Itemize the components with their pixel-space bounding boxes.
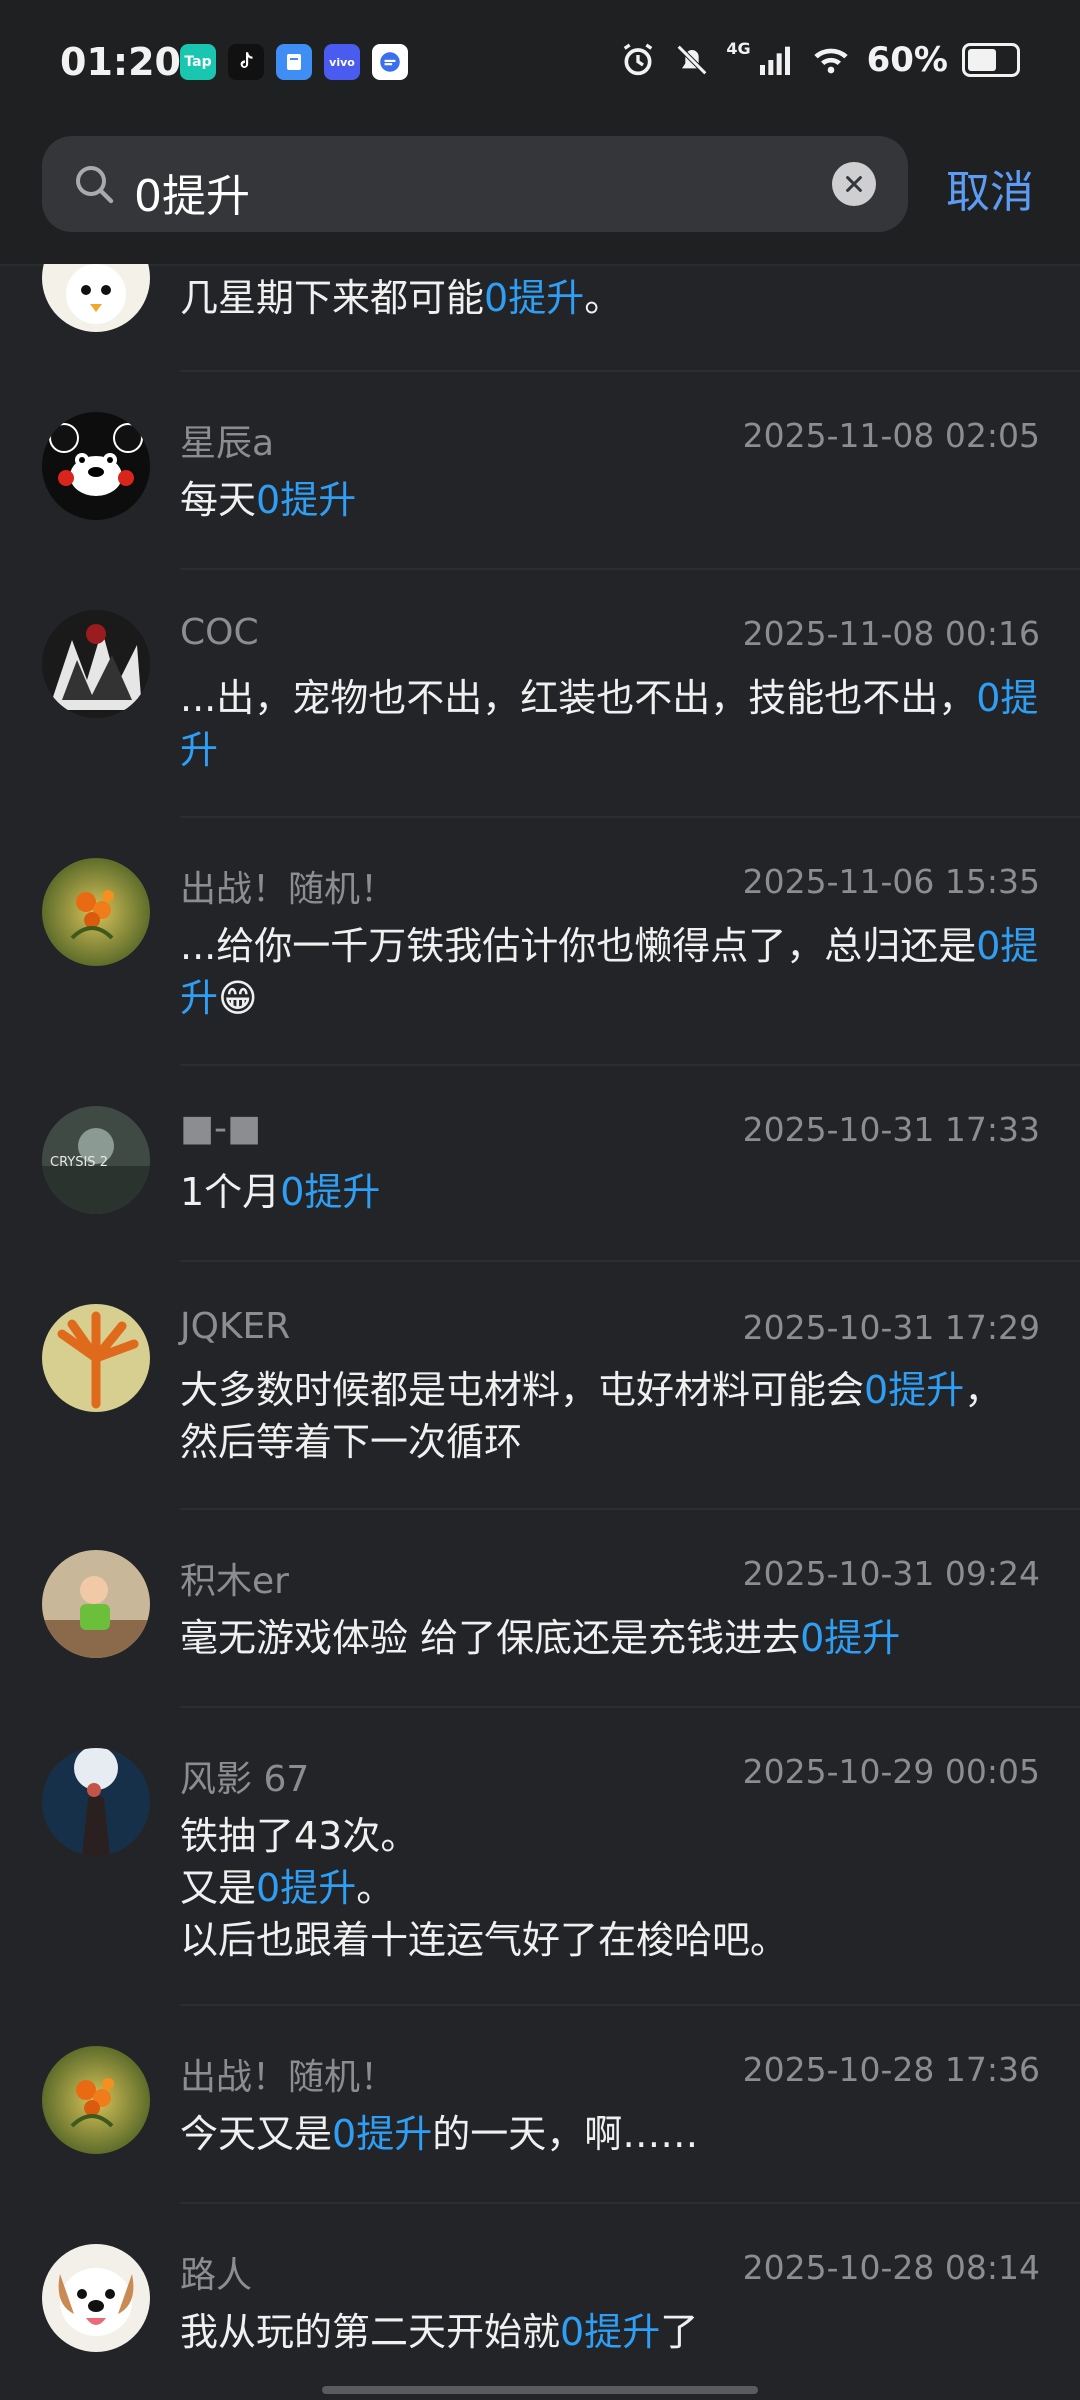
battery-percent: 60% — [866, 40, 948, 80]
comment-timestamp: 2025-11-06 15:35 — [742, 862, 1040, 901]
clear-search-button[interactable] — [832, 162, 876, 206]
svg-text:CRYSIS 2: CRYSIS 2 — [50, 1155, 108, 1170]
comment-author[interactable]: 出战！随机！ — [180, 860, 396, 912]
search-highlight: 0提升 — [280, 1170, 381, 1214]
flower-avatar[interactable] — [42, 2046, 150, 2154]
comment-list[interactable]: 几星期下来都可能0提升。 星辰a 2025-11-08 02:05 每天0提升 COC 2… — [0, 264, 1080, 2400]
comment-author[interactable]: 积木er — [180, 1552, 289, 1604]
browser-app-icon — [372, 44, 408, 80]
comment-text[interactable]: ...出，宠物也不出，红装也不出，技能也不出，0提升 — [180, 672, 1040, 776]
search-input[interactable]: 0提升 — [42, 136, 908, 232]
crysis-avatar[interactable]: CRYSIS 2 — [42, 1106, 150, 1214]
bear-avatar[interactable] — [42, 412, 150, 520]
comment-text[interactable]: 铁抽了43次。 又是0提升。 以后也跟着十连运气好了在梭哈吧。 — [180, 1810, 1040, 1966]
divider — [180, 2004, 1080, 2006]
home-indicator[interactable] — [322, 2386, 758, 2394]
comment-text[interactable]: 几星期下来都可能0提升。 — [180, 272, 1040, 324]
alarm-icon — [624, 43, 653, 76]
comment-author[interactable]: 星辰a — [180, 414, 274, 466]
dark-art-avatar[interactable] — [42, 610, 150, 718]
search-highlight: 0提升 — [560, 2310, 661, 2354]
dog-avatar[interactable] — [42, 2244, 150, 2352]
comment-text[interactable]: 我从玩的第二天开始就0提升了 — [180, 2306, 1040, 2358]
child-avatar[interactable] — [42, 1550, 150, 1658]
search-highlight: 0提升 — [180, 924, 1039, 1020]
comment-timestamp: 2025-10-29 00:05 — [742, 1752, 1040, 1791]
mute-bell-icon — [677, 44, 708, 76]
search-highlight: 0提升 — [864, 1368, 965, 1412]
comment-text[interactable]: 大多数时候都是屯材料，屯好材料可能会0提升，然后等着下一次循环 — [180, 1364, 1040, 1468]
network-type: 4G — [726, 38, 751, 58]
comment-text[interactable]: 今天又是0提升的一天，啊…… — [180, 2108, 1040, 2160]
status-indicators: 4G 60% — [618, 38, 1020, 80]
comment-timestamp: 2025-10-28 08:14 — [742, 2248, 1040, 2287]
search-icon — [76, 166, 114, 204]
leaf-avatar[interactable] — [42, 1304, 150, 1412]
comment-author[interactable]: 风影 67 — [180, 1750, 309, 1802]
vivo-app-icon: vivo — [324, 44, 360, 80]
rooster-avatar[interactable] — [42, 264, 150, 332]
comment-author[interactable]: 出战！随机！ — [180, 2048, 396, 2100]
status-time: 01:20 — [60, 40, 181, 84]
search-highlight: 0提升 — [256, 478, 357, 522]
couple-avatar[interactable] — [42, 1748, 150, 1856]
status-bar: 01:20 Tap vivo 4G 60% — [0, 0, 1080, 124]
tap-app-icon: Tap — [180, 44, 216, 80]
comment-text[interactable]: 每天0提升 — [180, 474, 1040, 526]
divider — [180, 2202, 1080, 2204]
comment-timestamp: 2025-11-08 00:16 — [742, 614, 1040, 653]
divider — [180, 568, 1080, 570]
comment-timestamp: 2025-10-31 17:29 — [742, 1308, 1040, 1347]
comment-timestamp: 2025-11-08 02:05 — [742, 416, 1040, 455]
tiktok-icon — [228, 44, 264, 80]
comment-author[interactable]: 路人 — [180, 2246, 252, 2298]
comment-author[interactable]: ■-■ — [180, 1108, 261, 1149]
search-query: 0提升 — [134, 171, 250, 222]
comment-text[interactable]: 1个月0提升 — [180, 1166, 1040, 1218]
divider — [180, 1064, 1080, 1066]
comment-author[interactable]: JQKER — [180, 1306, 290, 1347]
cancel-button[interactable]: 取消 — [946, 156, 1034, 220]
search-highlight: 0提升 — [256, 1866, 357, 1910]
wifi-icon — [813, 48, 848, 74]
search-highlight: 0提升 — [484, 276, 585, 320]
battery-icon — [962, 43, 1020, 77]
comment-timestamp: 2025-10-28 17:36 — [742, 2050, 1040, 2089]
divider — [180, 816, 1080, 818]
divider — [180, 370, 1080, 372]
close-icon — [846, 176, 862, 192]
signal-icon — [759, 46, 790, 75]
divider — [180, 1706, 1080, 1708]
search-highlight: 0提升 — [180, 676, 1039, 772]
divider — [180, 1260, 1080, 1262]
files-app-icon — [276, 44, 312, 80]
search-header: 0提升 取消 — [0, 124, 1080, 266]
notification-app-icons: Tap vivo — [180, 44, 408, 80]
comment-timestamp: 2025-10-31 09:24 — [742, 1554, 1040, 1593]
divider — [180, 1508, 1080, 1510]
search-highlight: 0提升 — [332, 2112, 433, 2156]
search-highlight: 0提升 — [800, 1616, 901, 1660]
flower-avatar[interactable] — [42, 858, 150, 966]
comment-text[interactable]: ...给你一千万铁我估计你也懒得点了，总归还是0提升😁 — [180, 920, 1040, 1024]
comment-author[interactable]: COC — [180, 612, 259, 653]
comment-text[interactable]: 毫无游戏体验 给了保底还是充钱进去0提升 — [180, 1612, 1040, 1664]
comment-timestamp: 2025-10-31 17:33 — [742, 1110, 1040, 1149]
